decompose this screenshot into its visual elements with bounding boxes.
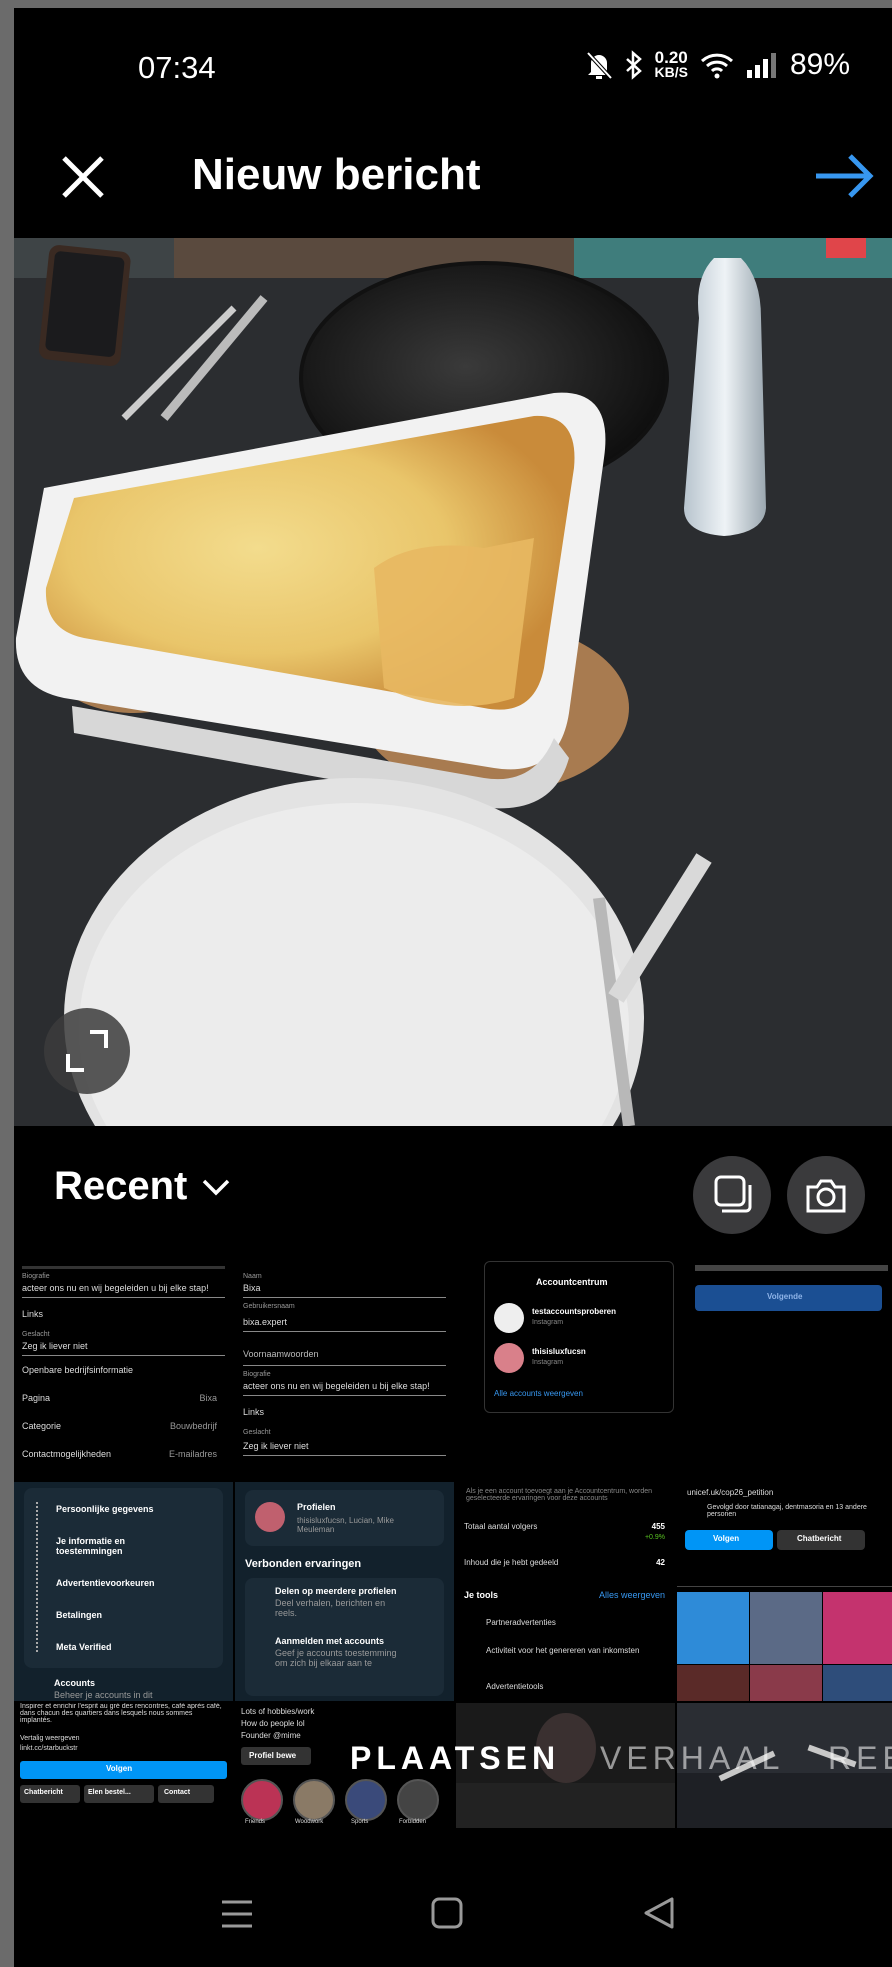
mode-tabs: PLAATSEN VERHAAL REEL: [14, 1728, 892, 1794]
gallery-toolbar: Recent: [14, 1126, 892, 1261]
back-icon[interactable]: [642, 1896, 676, 1930]
wifi-icon: [700, 53, 733, 79]
camera-button[interactable]: [787, 1156, 865, 1234]
battery-level: 89%: [789, 48, 850, 81]
network-speed: 0.20 KB/S: [654, 48, 688, 80]
tab-post[interactable]: PLAATSEN: [350, 1740, 560, 1777]
expand-icon: [66, 1030, 108, 1072]
album-label: Recent: [54, 1164, 188, 1208]
signal-icon: [746, 53, 776, 78]
expand-crop-button[interactable]: [44, 1008, 130, 1094]
bluetooth-icon: [625, 50, 642, 80]
page-title: Nieuw bericht: [192, 150, 481, 199]
gallery-thumbnail[interactable]: Als je een account toevoegt aan je Accou…: [456, 1482, 675, 1701]
home-icon[interactable]: [430, 1896, 464, 1930]
gallery-thumbnail[interactable]: Persoonlijke gegevens Je informatie en t…: [14, 1482, 233, 1701]
status-time: 07:34: [138, 50, 216, 85]
camera-icon: [806, 1179, 846, 1213]
photo-preview[interactable]: [14, 238, 892, 1126]
status-bar: 07:34 0.20 KB/S 89%: [14, 8, 892, 128]
gallery-thumbnail[interactable]: Volgende: [677, 1261, 892, 1480]
multi-select-button[interactable]: [693, 1156, 771, 1234]
phone-screen: 07:34 0.20 KB/S 89% Nieuw bericht Recent…: [14, 8, 892, 1967]
gallery-thumbnail[interactable]: unicef.uk/cop26_petition Gevolgd door ta…: [677, 1482, 892, 1701]
tab-story[interactable]: VERHAAL: [600, 1740, 784, 1777]
system-nav-bar: [14, 1868, 892, 1967]
tab-reel[interactable]: REEL: [828, 1740, 892, 1777]
gallery-thumbnail[interactable]: Accountcentrum testaccountsproberen Inst…: [456, 1261, 675, 1480]
gallery-thumbnail[interactable]: Naam Bixa Gebruikersnaam bixa.expert Voo…: [235, 1261, 454, 1480]
chevron-down-icon: [203, 1179, 230, 1195]
multi-select-icon: [714, 1175, 752, 1213]
next-arrow-icon[interactable]: [810, 146, 880, 206]
gallery-thumbnail[interactable]: Biografie acteer ons nu en wij begeleide…: [14, 1261, 233, 1480]
recents-icon[interactable]: [220, 1898, 254, 1930]
close-icon[interactable]: [54, 148, 114, 208]
album-selector[interactable]: Recent: [54, 1164, 231, 1209]
status-icons: 0.20 KB/S 89%: [585, 48, 850, 82]
header: Nieuw bericht: [14, 128, 892, 238]
bell-muted-icon: [586, 51, 612, 80]
photo-image: [14, 238, 892, 1126]
gallery-thumbnail[interactable]: Profielen thisisluxfucsn, Lucian, Mike M…: [235, 1482, 454, 1701]
